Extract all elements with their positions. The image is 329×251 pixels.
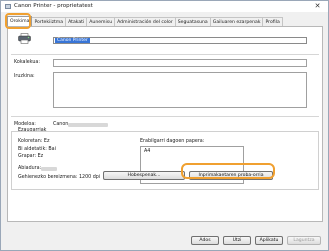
comment-input[interactable] <box>53 72 307 108</box>
ok-button[interactable]: Ados <box>191 236 219 245</box>
printer-icon <box>18 33 31 44</box>
print-test-highlight <box>181 163 275 179</box>
properties-window: Canon Printer - proprietatest ✕ Orokima … <box>0 0 329 251</box>
app-icon <box>5 4 11 9</box>
tab-advanced[interactable]: Aunemisu <box>86 17 116 26</box>
location-input[interactable] <box>53 59 307 67</box>
comment-label: Iruzkina: <box>14 74 35 79</box>
model-label: Modeloa: <box>14 122 36 127</box>
color-feature: Koloretan: Ez <box>18 139 50 144</box>
divider <box>11 116 319 117</box>
staple-feature: Grapar: Ez <box>18 154 44 159</box>
location-label: Kokalekua: <box>14 60 40 65</box>
preferences-button[interactable]: Hobespenak... <box>103 171 185 180</box>
help-button[interactable]: Laguntza <box>287 236 321 245</box>
tab-highlight <box>5 13 31 29</box>
tab-color-management[interactable]: Administración del color <box>114 17 176 26</box>
tab-profile[interactable]: Profila <box>262 17 283 26</box>
duplex-feature: Bi aldetatik: Bai <box>18 147 56 152</box>
paper-label: Erabilgarri dagoen papera: <box>140 139 205 144</box>
tab-security[interactable]: Seguatasuna <box>174 17 211 26</box>
model-redacted <box>68 123 108 127</box>
close-icon[interactable]: ✕ <box>310 2 325 10</box>
tab-ports[interactable]: Atakati <box>65 17 88 26</box>
cancel-button[interactable]: Utzi <box>223 236 251 245</box>
apply-button[interactable]: Aplikatu <box>255 236 283 245</box>
divider <box>11 54 319 55</box>
tab-strip: Orokima Portekiiztma Atakati Aunemisu Ad… <box>7 16 283 26</box>
paper-item[interactable]: A4 <box>144 149 150 154</box>
tab-sharing[interactable]: Portekiiztma <box>31 17 67 26</box>
printer-name-input[interactable]: Canon Printer <box>53 37 307 44</box>
printer-name-value: Canon Printer <box>55 38 90 43</box>
title-bar: Canon Printer - proprietatest ✕ <box>1 1 328 12</box>
speed-feature: Abiadura: <box>18 166 42 171</box>
speed-redacted <box>41 167 57 171</box>
window-title: Canon Printer - proprietatest <box>14 3 93 9</box>
tab-device-settings[interactable]: Gailuaren ezarpenak <box>209 17 264 26</box>
resolution-feature: Gehienezko bereizmena: 1200 dpi <box>18 175 101 180</box>
general-panel: Canon Printer Kokalekua: Iruzkina: Model… <box>7 26 323 222</box>
model-value: Canon <box>53 122 69 127</box>
